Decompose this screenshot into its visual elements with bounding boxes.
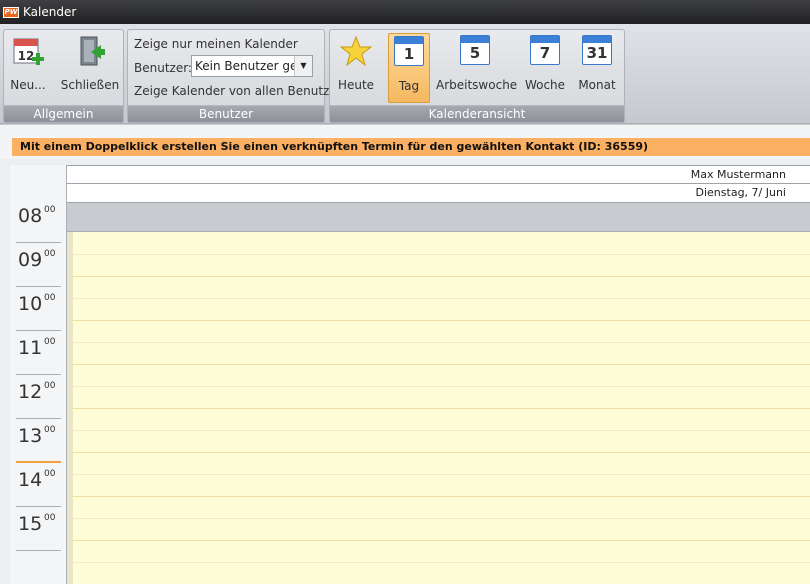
hour-number: 14 [18, 469, 43, 491]
grid-line [73, 518, 810, 519]
grid-line [73, 452, 810, 453]
hour-label: 15 00 [16, 507, 61, 551]
today-button[interactable]: Heute [336, 33, 376, 103]
group-allgemein: 12 Neu... Schließen Allgemein [3, 29, 124, 123]
day-calendar-icon: 1 [394, 36, 424, 66]
minute-number: 00 [44, 293, 56, 303]
grid-line [73, 254, 810, 255]
exit-door-icon [75, 35, 105, 72]
workweek-calendar-icon: 5 [460, 35, 490, 65]
star-icon [339, 35, 373, 70]
workweek-view-button[interactable]: 5 Arbeitswoche [436, 33, 518, 103]
close-button[interactable]: Schließen [60, 33, 120, 103]
info-bar-area: Mit einem Doppelklick erstellen Sie eine… [0, 125, 810, 159]
hour-number: 11 [18, 337, 43, 359]
month-calendar-icon: 31 [582, 35, 612, 65]
grid-line [73, 386, 810, 387]
benutzer-select[interactable]: Kein Benutzer gew ▼ [191, 55, 313, 77]
benutzer-select-value: Kein Benutzer gew [195, 59, 308, 73]
minute-number: 00 [44, 205, 56, 215]
new-calendar-icon: 12 [12, 35, 44, 72]
hour-number: 09 [18, 249, 43, 271]
hour-number: 15 [18, 513, 43, 535]
show-all-calendars-link[interactable]: Zeige Kalender von allen Benutzern [134, 84, 349, 98]
chevron-down-icon[interactable]: ▼ [294, 56, 312, 76]
week-view-label: Woche [524, 78, 566, 92]
hour-label: 13 00 [16, 419, 61, 463]
minute-number: 00 [44, 513, 56, 523]
group-label-kalenderansicht: Kalenderansicht [330, 105, 624, 122]
day-view-button[interactable]: 1 Tag [388, 33, 430, 103]
info-message: Mit einem Doppelklick erstellen Sie eine… [12, 138, 810, 156]
calendar-day-view: 08 00 09 00 10 00 11 00 12 00 13 00 14 00 15 00 Max Mus… [0, 159, 810, 584]
grid-line [73, 540, 810, 541]
group-label-allgemein: Allgemein [4, 105, 123, 122]
hour-number: 10 [18, 293, 43, 315]
grid-line [73, 408, 810, 409]
group-kalenderansicht: Heute 1 Tag 5 Arbeitswoche 7 Woche 31 Mo… [329, 29, 625, 123]
month-view-label: Monat [578, 78, 616, 92]
minute-number: 00 [44, 469, 56, 479]
grid-line [73, 364, 810, 365]
hour-number: 12 [18, 381, 43, 403]
month-view-button[interactable]: 31 Monat [574, 33, 620, 103]
minute-number: 00 [44, 249, 56, 259]
hour-number: 08 [18, 205, 43, 227]
workweek-view-label: Arbeitswoche [436, 78, 518, 92]
benutzer-label: Benutzer: [134, 61, 192, 75]
hour-label: 14 00 [16, 463, 61, 507]
minute-number: 00 [44, 425, 56, 435]
date-header[interactable]: Dienstag, 7/ Juni [67, 184, 810, 203]
minute-number: 00 [44, 337, 56, 347]
close-button-label: Schließen [60, 78, 120, 92]
today-button-label: Heute [337, 78, 375, 92]
app-logo-icon: PW [3, 6, 19, 18]
time-ruler: 08 00 09 00 10 00 11 00 12 00 13 00 14 00 15 00 [10, 165, 67, 584]
ribbon: 12 Neu... Schließen Allgemein Zeige nur … [0, 24, 810, 124]
new-button-label: Neu... [10, 78, 46, 92]
day-view-label: Tag [398, 79, 420, 93]
grid-line [73, 474, 810, 475]
show-my-calendar-link[interactable]: Zeige nur meinen Kalender [134, 37, 298, 51]
grid-line [73, 430, 810, 431]
resource-header[interactable]: Max Mustermann [67, 165, 810, 184]
grid-line [73, 320, 810, 321]
hour-label: 10 00 [16, 287, 61, 331]
week-calendar-icon: 7 [530, 35, 560, 65]
hour-label: 12 00 [16, 375, 61, 419]
group-benutzer: Zeige nur meinen Kalender Benutzer: Kein… [127, 29, 349, 123]
title-bar: PW Kalender [0, 0, 810, 24]
new-button[interactable]: 12 Neu... [8, 33, 48, 103]
minute-number: 00 [44, 381, 56, 391]
week-view-button[interactable]: 7 Woche [522, 33, 568, 103]
group-label-benutzer: Benutzer [128, 105, 324, 122]
hour-label: 09 00 [16, 243, 61, 287]
hour-label: 08 00 [16, 199, 61, 243]
all-day-area[interactable] [67, 203, 810, 232]
hour-label: 11 00 [16, 331, 61, 375]
time-grid[interactable] [67, 232, 810, 584]
grid-line [73, 496, 810, 497]
grid-line [73, 342, 810, 343]
window-title: Kalender [23, 5, 77, 19]
svg-text:12: 12 [18, 49, 35, 63]
grid-line [73, 276, 810, 277]
hour-number: 13 [18, 425, 43, 447]
grid-line [73, 562, 810, 563]
grid-line [73, 298, 810, 299]
